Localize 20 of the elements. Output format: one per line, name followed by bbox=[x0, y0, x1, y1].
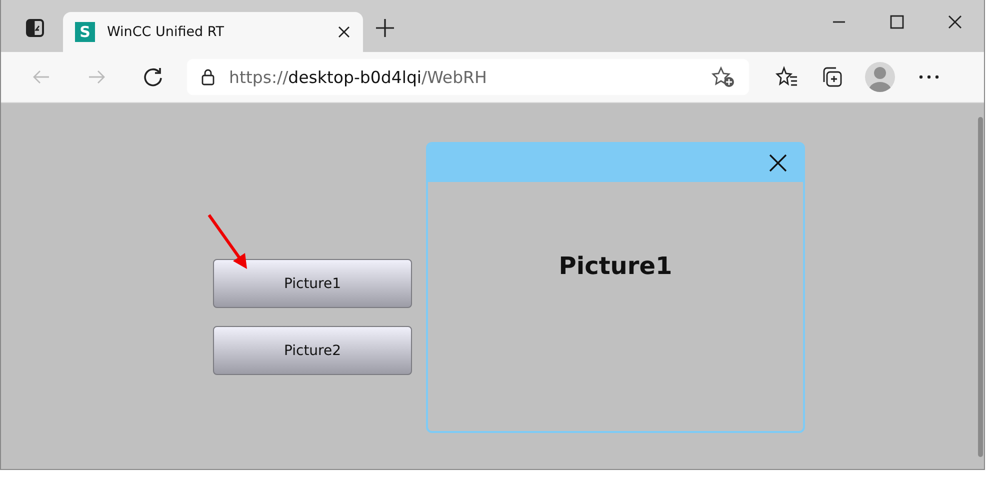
tab-title: WinCC Unified RT bbox=[107, 24, 226, 40]
browser-tab[interactable]: S WinCC Unified RT bbox=[63, 12, 363, 52]
favorite-add-icon[interactable] bbox=[711, 66, 735, 88]
profile-avatar[interactable] bbox=[865, 62, 895, 92]
plus-icon[interactable] bbox=[375, 18, 395, 38]
refresh-icon[interactable] bbox=[142, 66, 164, 88]
collections-icon[interactable] bbox=[821, 66, 843, 88]
favorites-icon[interactable] bbox=[775, 66, 799, 88]
picture-button[interactable]: Picture2 bbox=[213, 326, 412, 375]
more-icon[interactable] bbox=[917, 73, 941, 81]
scrollbar[interactable] bbox=[978, 117, 983, 457]
url-text: https://desktop-b0d4lqi/WebRH bbox=[229, 68, 488, 86]
close-icon[interactable] bbox=[767, 152, 789, 174]
lock-icon bbox=[201, 68, 215, 86]
tab-actions-icon[interactable] bbox=[25, 18, 45, 38]
site-favicon: S bbox=[75, 22, 95, 42]
screen-title: Picture1 bbox=[558, 252, 672, 282]
picture-button[interactable]: Picture1 bbox=[213, 259, 412, 308]
address-bar[interactable]: https://desktop-b0d4lqi/WebRH bbox=[187, 59, 749, 95]
close-icon[interactable] bbox=[337, 25, 351, 39]
